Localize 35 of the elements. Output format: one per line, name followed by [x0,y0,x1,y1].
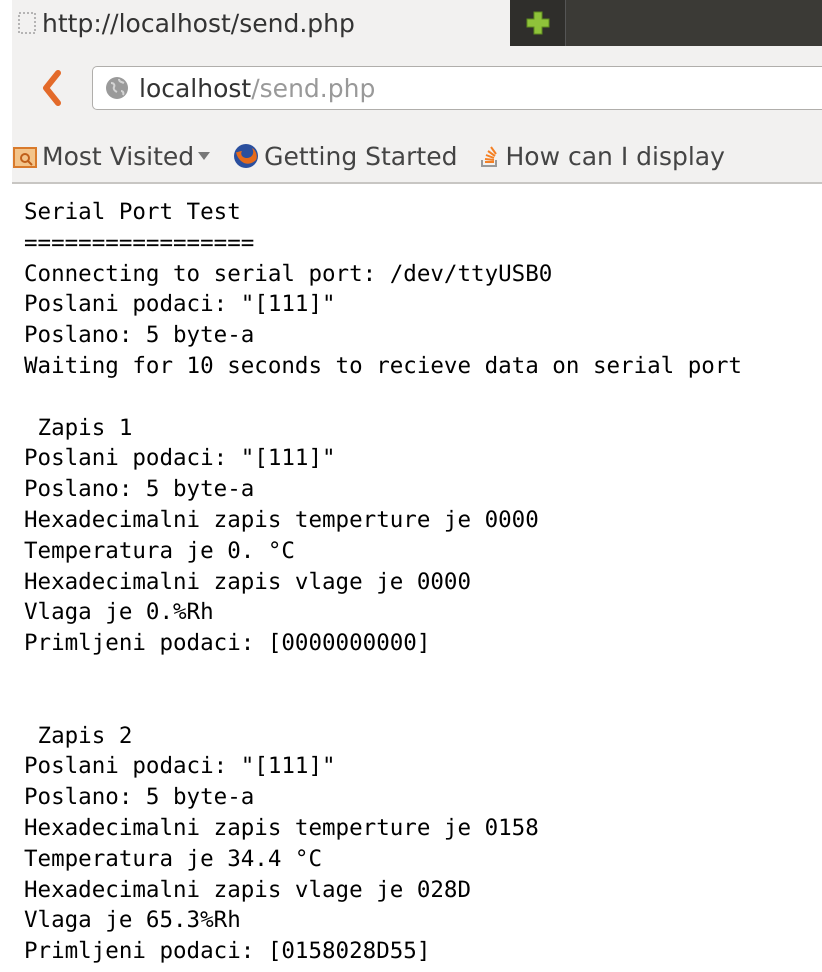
dropdown-caret-icon [198,152,210,160]
bookmark-item[interactable]: Getting Started [232,142,458,170]
output-line: Temperatura je 34.4 °C [24,844,324,874]
bookmark-item[interactable]: How can I display [479,142,725,170]
output-line: Poslano: 5 byte-a [24,783,256,812]
output-line: Connecting to serial port: /dev/ttyUSB0 [24,260,554,289]
address-bar[interactable]: localhost/send.php [92,66,822,110]
record-title: Zapis 2 [36,722,134,751]
output-line: Poslani podaci: "[111]" [24,444,337,474]
new-tab-button[interactable] [510,0,566,46]
output-line: Hexadecimalni zapis vlage je 0000 [24,568,472,597]
page-icon [18,12,36,34]
record-title: Zapis 1 [36,414,134,443]
globe-fox-icon [232,142,260,170]
output-line: ================= [24,228,256,258]
output-line: Poslano: 5 byte-a [24,321,256,350]
plus-icon [524,10,550,36]
output-line: Hexadecimalni zapis vlage je 028D [24,876,472,905]
globe-icon [105,76,129,100]
browser-tab[interactable]: http://localhost/send.php [12,0,510,46]
output-line: Poslano: 5 byte-a [24,475,256,504]
output-line: Serial Port Test [24,198,242,227]
output-line: Waiting for 10 seconds to recieve data on serial port [24,352,743,381]
output-line: Poslani podaci: "[111]" [24,290,337,320]
tab-title: http://localhost/send.php [42,8,355,38]
output-line: Primljeni podaci: [0158028D55] [24,937,432,966]
output-line: Poslani podaci: "[111]" [24,752,337,782]
bookmark-item[interactable]: Most Visited [12,142,210,170]
output-line: Hexadecimalni zapis temperture je 0000 [24,506,540,535]
output-line: Hexadecimalni zapis temperture je 0158 [24,814,540,843]
output-line: Vlaga je 65.3%Rh [24,906,242,936]
output-line: Vlaga je 0.%Rh [24,598,215,628]
output-line: Temperatura je 0. °C [24,536,296,566]
url-text: localhost/send.php [139,74,376,102]
output-line: Primljeni podaci: [0000000000] [24,629,432,658]
